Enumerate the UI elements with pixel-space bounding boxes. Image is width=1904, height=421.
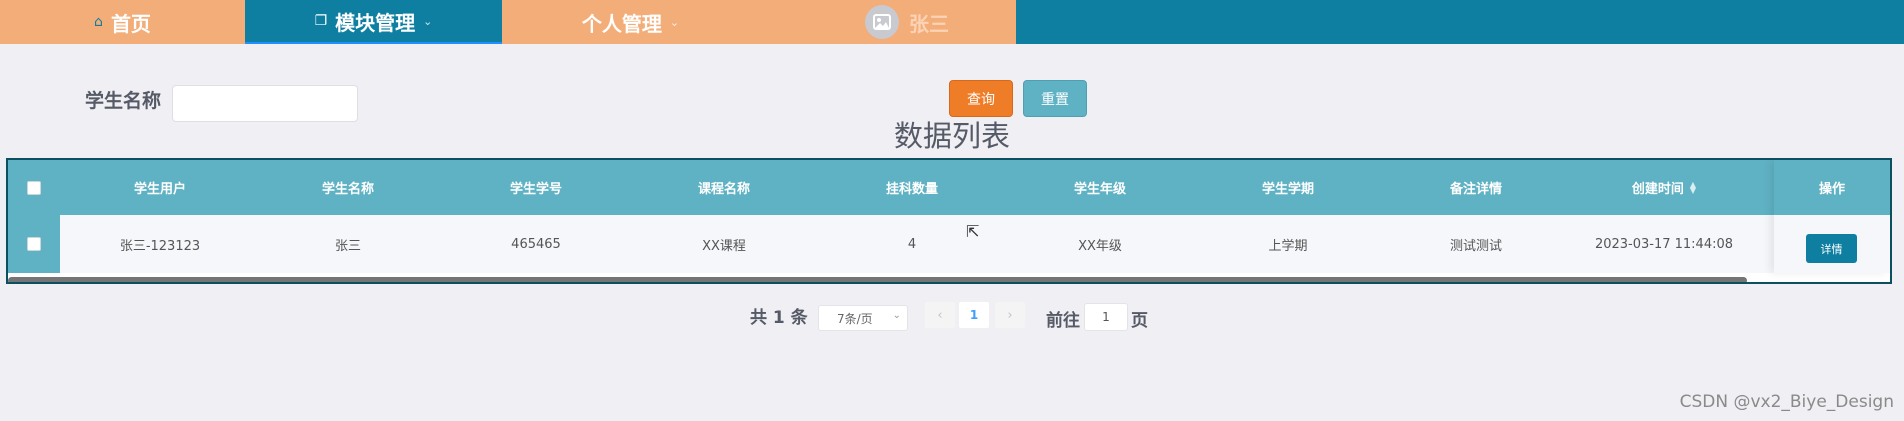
sort-icon[interactable]: ▲ ▼ [1690,180,1696,194]
goto-page-input[interactable]: 1 [1084,303,1128,331]
pagination-total: 共 1 条 [750,308,808,328]
nav-personal-label: 个人管理 [581,11,662,36]
table-cell: 上学期 [1268,238,1308,254]
chevron-down-icon: ⌄ [423,14,433,28]
table-cell: 2023-03-17 11:44:08 [1594,236,1734,252]
table-cell: XX年级 [1078,238,1122,254]
col-header: 课程名称 [697,182,750,197]
page-number-button[interactable]: 1 [959,302,989,328]
table-cell: 张三 [334,238,361,254]
search-label: 学生名称 [85,90,162,112]
col-header-sortable[interactable]: 创建时间 ▲ ▼ [1570,160,1758,215]
page-suffix-label: 页 [1131,311,1148,331]
col-header: 学生学期 [1261,182,1314,197]
chevron-right-icon: › [1007,307,1013,323]
data-table: 学生用户 学生名称 学生学号 课程名称 挂科数量 学生年级 学生学期 备注详情 … [6,158,1892,284]
query-button[interactable]: 查询 [949,80,1013,117]
page-title: 数据列表 [893,119,1010,153]
copy-icon: ❐ [314,13,328,29]
prev-page-button[interactable]: ‹ [925,302,955,328]
table-cell: 465465 [511,236,561,252]
page-size-select[interactable]: 7条/页 ⌄ [818,305,908,331]
nav-personal-management[interactable]: 个人管理 ⌄ [502,0,759,44]
table-row: 张三-123123 张三 465465 XX课程 4 XX年级 上学期 测试测试… [8,215,1890,273]
col-header: 备注详情 [1449,182,1502,197]
table-header: 学生用户 学生名称 学生学号 课程名称 挂科数量 学生年级 学生学期 备注详情 … [8,160,1890,215]
chevron-down-icon: ⌄ [892,310,901,321]
detail-button[interactable]: 详情 [1806,234,1857,263]
col-header-label: 创建时间 [1631,182,1684,197]
chevron-down-icon: ⌄ [669,15,680,29]
goto-label: 前往 [1046,311,1080,331]
col-header: 挂科数量 [885,182,938,197]
next-page-button[interactable]: › [995,302,1025,328]
avatar [865,5,899,39]
row-select-cell [8,215,60,273]
col-header: 学生用户 [133,182,186,197]
page-size-value: 7条/页 [837,311,873,326]
col-header: 学生学号 [509,182,562,197]
nav-module-label: 模块管理 [335,10,416,35]
watermark: CSDN @vx2_Biye_Design [1679,392,1894,412]
home-icon: ⌂ [94,14,103,30]
col-header: 学生年级 [1073,182,1126,197]
operation-column: 操作 详情 [1774,160,1890,273]
col-header: 操作 [1774,160,1890,215]
horizontal-scrollbar[interactable] [8,277,1747,282]
select-all-cell [8,160,60,215]
nav-home-label: 首页 [110,11,151,36]
top-navbar: ⌂ 首页 ❐ 模块管理 ⌄ 个人管理 ⌄ 张三 [0,0,1904,44]
table-cell: XX课程 [702,238,746,254]
col-header: 学生名称 [321,182,374,197]
row-checkbox[interactable] [27,237,41,251]
reset-button[interactable]: 重置 [1023,80,1087,117]
user-name: 张三 [909,11,949,36]
nav-user[interactable]: 张三 [865,0,995,44]
table-cell: 张三-123123 [119,238,201,254]
nav-module-management[interactable]: ❐ 模块管理 ⌄ [245,0,502,44]
select-all-checkbox[interactable] [27,180,41,195]
table-cell: 测试测试 [1449,238,1502,254]
chevron-left-icon: ‹ [937,307,943,323]
nav-home[interactable]: ⌂ 首页 [0,0,245,44]
image-icon [873,14,891,30]
mouse-cursor-icon: ⇱ [966,222,980,241]
